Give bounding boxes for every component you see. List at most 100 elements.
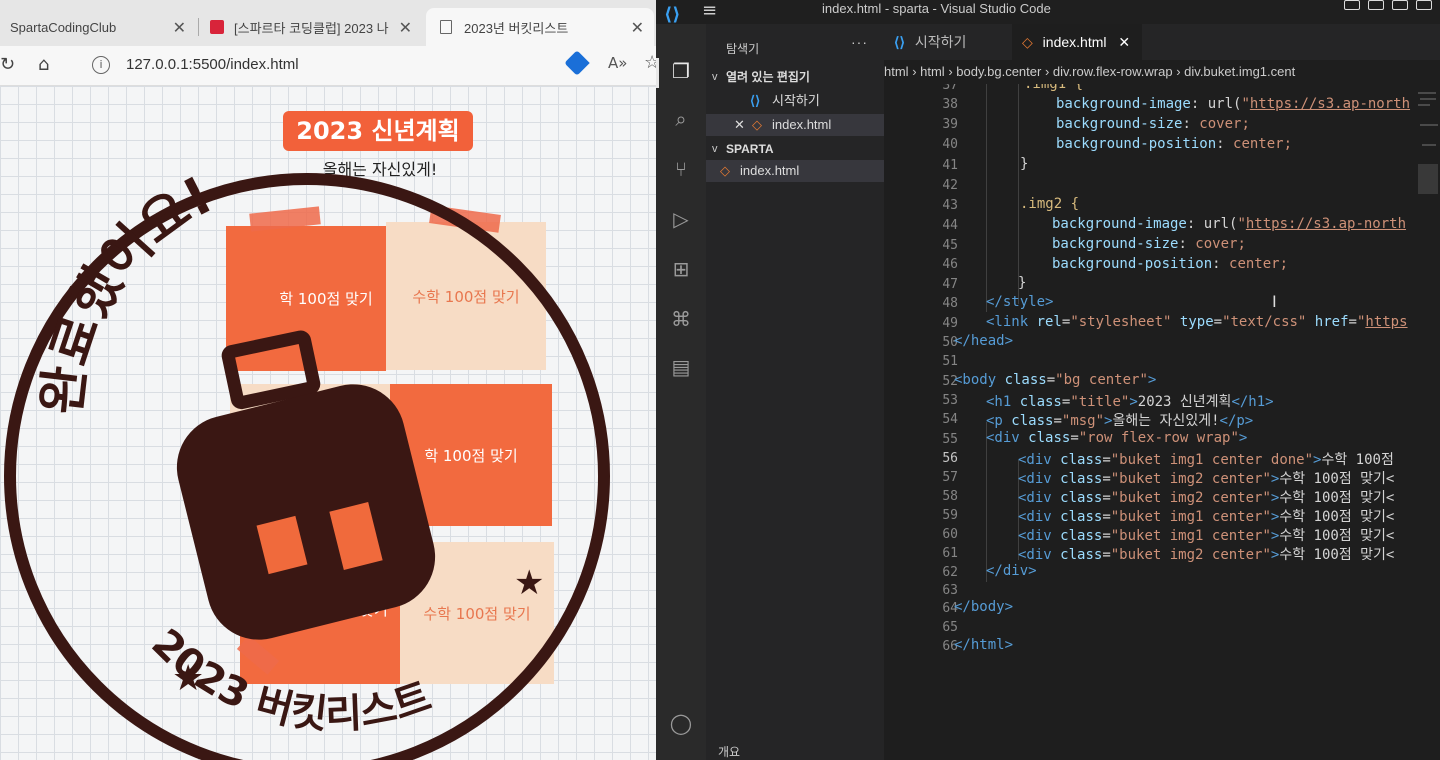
outline-section[interactable]: 개요 <box>718 743 740 760</box>
browser-window: SpartaCodingClub ✕ [스파르타 코딩클럽] 2023 나 ✕ … <box>0 0 666 760</box>
line-number: 44 <box>942 218 958 233</box>
bucket-label: 수학 100점 맞기 <box>423 604 531 623</box>
bucket-card[interactable]: 학 100점 맞기 <box>226 226 386 371</box>
notebook-icon[interactable]: ▤ <box>668 354 694 380</box>
close-icon[interactable]: ✕ <box>631 18 644 38</box>
line-number: 39 <box>942 117 958 132</box>
bucket-card[interactable]: 수학 100점 맞기 <box>400 542 554 684</box>
vscode-titlebar: ⟨⟩ ≡ index.html - sparta - Visual Studio… <box>656 0 1440 25</box>
code-line: <p class="msg">올해는 자신있게!</p> <box>986 413 1254 429</box>
chevron-right-icon: › <box>912 64 921 79</box>
layout-panel-icon[interactable] <box>1368 0 1384 10</box>
page-message: 올해는 자신있게! <box>322 160 438 179</box>
reload-icon[interactable]: ↻ <box>0 54 15 75</box>
home-icon[interactable]: ⌂ <box>38 54 49 75</box>
line-number: 52 <box>942 374 958 389</box>
line-number: 47 <box>942 277 958 292</box>
open-editor-item[interactable]: ⟨⟩ 시작하기 <box>706 90 884 112</box>
line-number: 53 <box>942 393 958 408</box>
open-editors-section[interactable]: v 열려 있는 편집기 <box>706 66 884 88</box>
source-control-icon[interactable]: ⑂ <box>668 156 694 182</box>
code-line: </style> <box>986 294 1054 310</box>
line-number: 49 <box>942 316 958 331</box>
more-actions-icon[interactable]: ··· <box>851 34 868 50</box>
close-icon[interactable]: ✕ <box>399 18 412 38</box>
close-icon[interactable]: ✕ <box>734 114 745 136</box>
code-line: background-size: cover; <box>1056 116 1250 132</box>
code-editor[interactable]: 37 38 39 40 41 42 43 44 45 46 47 48 49 5… <box>884 84 1440 760</box>
code-line: background-image: url("https://s3.ap-nor… <box>1056 96 1411 112</box>
extensions-icon[interactable]: ⊞ <box>668 256 694 282</box>
html-file-icon: ◇ <box>752 117 762 132</box>
minimap[interactable] <box>1416 84 1440 224</box>
code-line: background-position: center; <box>1056 136 1293 152</box>
breadcrumb-item[interactable]: div.row.flex-row.wrap <box>1053 64 1173 79</box>
vscode-logo-icon: ⟨⟩ <box>750 93 761 108</box>
star-icon: ★ <box>172 658 204 699</box>
explorer-icon[interactable]: ❐ <box>668 58 694 84</box>
code-line: <div class="row flex-row wrap"> <box>986 430 1248 446</box>
layout-custom-icon[interactable] <box>1416 0 1432 10</box>
tag-icon[interactable] <box>564 50 590 76</box>
code-line: <h1 class="title">2023 신년계획</h1> <box>986 394 1274 410</box>
code-line: <body class="bg center"> <box>954 372 1157 388</box>
url-field[interactable]: 127.0.0.1:5500/index.html <box>126 56 299 73</box>
tab-index-html[interactable]: ◇ index.html ✕ <box>1012 24 1142 60</box>
bucket-card[interactable]: 학 100점 맞기 <box>390 384 552 526</box>
line-number: 46 <box>942 257 958 272</box>
layout-secondary-icon[interactable] <box>1392 0 1408 10</box>
breadcrumb-item[interactable]: html <box>884 64 909 79</box>
tab-label: SpartaCodingClub <box>10 19 117 35</box>
window-title: index.html - sparta - Visual Studio Code <box>822 1 1051 16</box>
browser-tab-sparta-course[interactable]: [스파르타 코딩클럽] 2023 나 ✕ <box>200 8 422 46</box>
code-line: background-size: cover; <box>1052 236 1246 252</box>
python-icon[interactable]: ⌘ <box>668 306 694 332</box>
tab-getting-started[interactable]: ⟨⟩ 시작하기 <box>884 24 1008 60</box>
open-editor-item[interactable]: ✕ ◇ index.html <box>706 114 884 136</box>
chevron-down-icon: v <box>712 71 718 83</box>
line-number: 56 <box>942 451 958 466</box>
info-icon[interactable]: i <box>92 56 110 74</box>
layout-controls <box>1344 0 1432 10</box>
vscode-window: ⟨⟩ ≡ index.html - sparta - Visual Studio… <box>656 0 1440 760</box>
line-number: 58 <box>942 489 958 504</box>
code-line: } <box>1020 156 1029 172</box>
text-cursor-icon: I <box>1272 292 1277 311</box>
vscode-logo-icon: ⟨⟩ <box>894 34 905 50</box>
layout-sidebar-icon[interactable] <box>1344 0 1360 10</box>
line-number: 42 <box>942 178 958 193</box>
code-line: <link rel="stylesheet" type="text/css" h… <box>986 314 1408 330</box>
explorer-title: 탐색기 <box>726 42 760 56</box>
breadcrumb: html › html › body.bg.center › div.row.f… <box>884 60 1440 84</box>
search-icon[interactable]: ⌕ <box>668 106 694 132</box>
code-line: <div class="buket img2 center">수학 100점 맞… <box>1018 471 1395 487</box>
breadcrumb-item[interactable]: html <box>920 64 945 79</box>
tab-label: 2023년 버킷리스트 <box>464 20 569 36</box>
menu-icon[interactable]: ≡ <box>702 0 717 21</box>
screen-photo: SpartaCodingClub ✕ [스파르타 코딩클럽] 2023 나 ✕ … <box>0 0 1440 760</box>
bucket-card[interactable]: 수학 100점 맞기 <box>386 222 546 370</box>
account-icon[interactable]: ◯ <box>668 710 694 736</box>
line-number: 62 <box>942 565 958 580</box>
line-number: 54 <box>942 412 958 427</box>
run-debug-icon[interactable]: ▷ <box>668 206 694 232</box>
breadcrumb-item[interactable]: div.buket.img1.cent <box>1184 64 1295 79</box>
code-line: </head> <box>954 333 1014 349</box>
bucket-label: 학 100점 맞기 <box>424 446 518 465</box>
folder-section[interactable]: v SPARTA <box>706 138 884 160</box>
code-line: </html> <box>954 637 1014 653</box>
browser-tab-sparta[interactable]: SpartaCodingClub ✕ <box>0 8 196 46</box>
close-icon[interactable]: ✕ <box>1118 34 1130 50</box>
browser-tab-bucketlist[interactable]: 2023년 버킷리스트 ✕ <box>426 8 654 46</box>
breadcrumb-item[interactable]: body.bg.center <box>956 64 1041 79</box>
line-number: 57 <box>942 470 958 485</box>
file-item[interactable]: ◇ index.html <box>706 160 884 182</box>
vscode-logo-icon: ⟨⟩ <box>664 4 681 25</box>
code-line: background-position: center; <box>1052 256 1289 272</box>
read-aloud-icon[interactable]: A» <box>608 54 627 72</box>
bucket-card[interactable] <box>230 384 390 526</box>
close-icon[interactable]: ✕ <box>173 18 186 38</box>
tab-label: [스파르타 코딩클럽] 2023 나 <box>234 20 389 36</box>
code-line: <div class="buket img2 center">수학 100점 맞… <box>1018 490 1395 506</box>
line-number: 37 <box>942 84 958 93</box>
